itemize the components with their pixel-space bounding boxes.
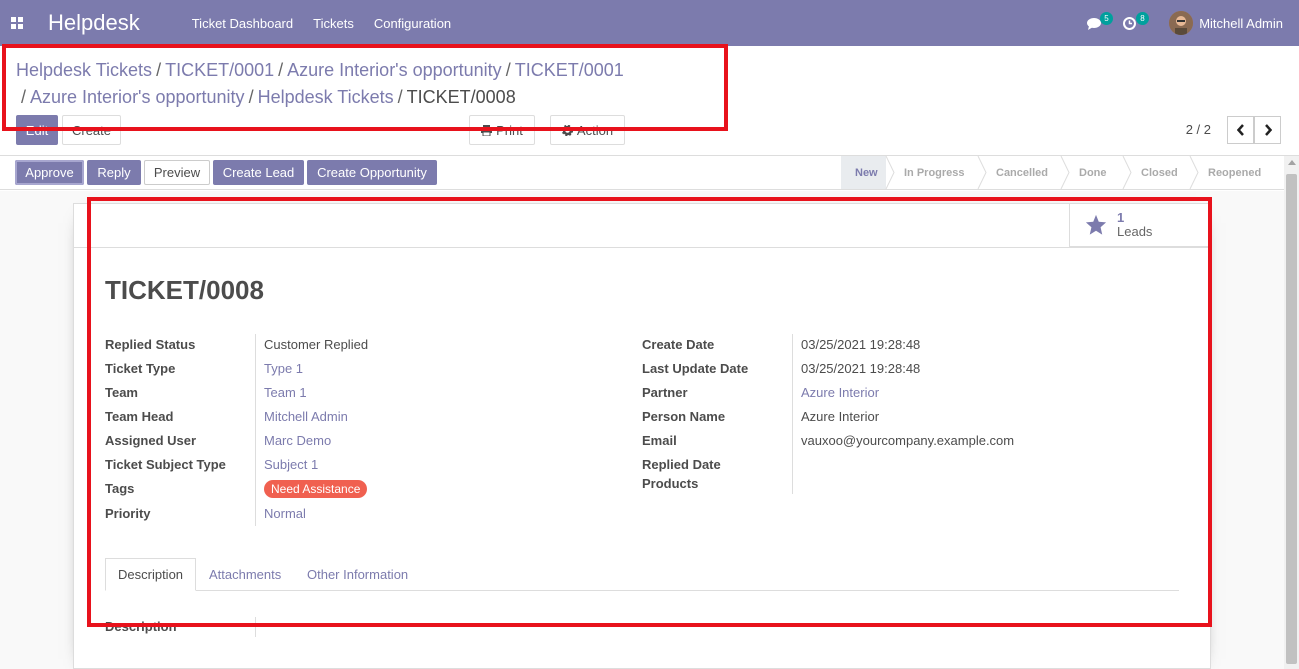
pager-next-button[interactable] xyxy=(1254,116,1281,144)
clock-icon xyxy=(1123,16,1137,30)
field-value-ticket-subject-type[interactable]: Subject 1 xyxy=(264,457,318,472)
messages-count-badge: 5 xyxy=(1100,12,1113,25)
breadcrumb-item[interactable]: Helpdesk Tickets xyxy=(258,87,394,107)
field-label-ticket-subject-type: Ticket Subject Type xyxy=(105,457,226,472)
field-label-create-date: Create Date xyxy=(642,337,715,352)
edit-button[interactable]: Edit xyxy=(16,115,58,145)
field-value-assigned-user[interactable]: Marc Demo xyxy=(264,433,331,448)
description-separator xyxy=(255,617,256,637)
activities-count-badge: 8 xyxy=(1136,12,1149,25)
field-value-ticket-type[interactable]: Type 1 xyxy=(264,361,303,376)
scroll-up-arrow[interactable] xyxy=(1288,160,1296,165)
breadcrumb-item[interactable]: Helpdesk Tickets xyxy=(16,60,152,80)
menu-configuration[interactable]: Configuration xyxy=(374,16,451,31)
tab-description[interactable]: Description xyxy=(105,558,196,591)
left-group-separator xyxy=(255,334,256,526)
notebook-tabs: Description Attachments Other Informatio… xyxy=(105,558,1179,591)
field-label-partner: Partner xyxy=(642,385,688,400)
field-value-create-date: 03/25/2021 19:28:48 xyxy=(801,337,921,352)
field-value-replied-status: Customer Replied xyxy=(264,337,369,352)
field-value-person-name: Azure Interior xyxy=(801,409,880,424)
leads-stat: 1 Leads xyxy=(1117,211,1152,239)
systray: 5 8 Mitchell Admin xyxy=(1087,0,1283,46)
create-opportunity-button[interactable]: Create Opportunity xyxy=(307,160,437,185)
star-icon xyxy=(1085,214,1107,235)
gear-icon xyxy=(561,124,573,136)
leads-count: 1 xyxy=(1117,210,1125,225)
avatar xyxy=(1169,11,1194,35)
field-label-tags: Tags xyxy=(105,481,135,496)
record-title: TICKET/0008 xyxy=(105,275,264,305)
breadcrumb-separator: / xyxy=(397,87,403,107)
pager-previous-button[interactable] xyxy=(1227,116,1254,144)
field-label-products: Products xyxy=(642,476,699,491)
reply-button[interactable]: Reply xyxy=(87,160,141,185)
print-icon xyxy=(481,124,493,136)
button-box-divider xyxy=(74,247,1212,248)
right-group-separator xyxy=(792,334,793,494)
user-name: Mitchell Admin xyxy=(1199,15,1283,31)
field-value-partner[interactable]: Azure Interior xyxy=(801,385,879,400)
breadcrumb: Helpdesk Tickets / TICKET/0001/Azure Inter… xyxy=(16,57,716,111)
tab-other-information[interactable]: Other Information xyxy=(295,558,420,591)
field-label-email: Email xyxy=(642,433,677,448)
form-statusbar: Approve Reply Preview Create Lead Create… xyxy=(0,156,1299,190)
breadcrumb-item[interactable]: Azure Interior's opportunity xyxy=(30,87,245,107)
field-label-replied-date: Replied Date xyxy=(642,457,721,472)
create-lead-button[interactable]: Create Lead xyxy=(213,160,304,185)
field-value-team[interactable]: Team 1 xyxy=(264,385,307,400)
print-label: Print xyxy=(496,122,523,138)
apps-menu-icon[interactable] xyxy=(2,0,32,46)
field-label-description: Description xyxy=(105,619,177,634)
chevron-left-icon xyxy=(1236,124,1244,136)
breadcrumb-current: TICKET/0008 xyxy=(406,87,516,107)
field-label-last-update-date: Last Update Date xyxy=(642,361,749,376)
approve-button[interactable]: Approve xyxy=(15,160,84,185)
scrollbar-thumb[interactable] xyxy=(1286,174,1297,664)
field-value-last-update-date: 03/25/2021 19:28:48 xyxy=(801,361,921,376)
print-button[interactable]: Print xyxy=(469,115,535,145)
field-value-email: vauxoo@yourcompany.example.com xyxy=(801,433,1015,448)
top-navbar: Helpdesk Ticket Dashboard Tickets Config… xyxy=(0,0,1299,46)
menu-tickets[interactable]: Tickets xyxy=(313,16,354,31)
user-menu[interactable]: Mitchell Admin xyxy=(1169,11,1283,35)
breadcrumb-separator: / xyxy=(248,87,254,107)
field-label-ticket-type: Ticket Type xyxy=(105,361,176,376)
breadcrumb-separator: / xyxy=(156,60,162,80)
activities-systray[interactable]: 8 xyxy=(1123,0,1149,46)
leads-label: Leads xyxy=(1117,224,1153,239)
field-label-team-head: Team Head xyxy=(105,409,174,424)
field-label-priority: Priority xyxy=(105,506,151,521)
leads-smart-button[interactable]: 1 Leads xyxy=(1069,204,1210,247)
app-brand[interactable]: Helpdesk xyxy=(48,10,140,36)
tag-badge[interactable]: Need Assistance xyxy=(264,480,368,498)
pager-value: 2 / 2 xyxy=(1185,122,1211,137)
breadcrumb-item[interactable]: TICKET/0001 xyxy=(515,60,624,80)
main-menu: Ticket Dashboard Tickets Configuration xyxy=(192,16,451,31)
field-label-replied-status: Replied Status xyxy=(105,337,196,352)
stage-separators xyxy=(885,156,1199,189)
messages-systray[interactable]: 5 xyxy=(1087,0,1113,46)
breadcrumb-separator: / xyxy=(505,60,511,80)
breadcrumb-separator: / xyxy=(21,87,27,107)
action-button[interactable]: Action xyxy=(550,115,625,145)
field-value-priority[interactable]: Normal xyxy=(264,506,306,521)
action-label: Action xyxy=(576,122,614,138)
breadcrumb-item[interactable]: TICKET/0001 xyxy=(165,60,274,80)
field-label-team: Team xyxy=(105,385,138,400)
field-value-team-head[interactable]: Mitchell Admin xyxy=(264,409,348,424)
create-button[interactable]: Create xyxy=(62,115,121,145)
breadcrumb-separator: / xyxy=(278,60,284,80)
breadcrumb-item[interactable]: Azure Interior's opportunity xyxy=(287,60,502,80)
chevron-right-icon xyxy=(1264,124,1272,136)
tab-attachments[interactable]: Attachments xyxy=(197,558,293,591)
field-label-person-name: Person Name xyxy=(642,409,726,424)
field-label-assigned-user: Assigned User xyxy=(105,433,197,448)
preview-button[interactable]: Preview xyxy=(144,160,210,185)
menu-ticket-dashboard[interactable]: Ticket Dashboard xyxy=(192,16,293,31)
